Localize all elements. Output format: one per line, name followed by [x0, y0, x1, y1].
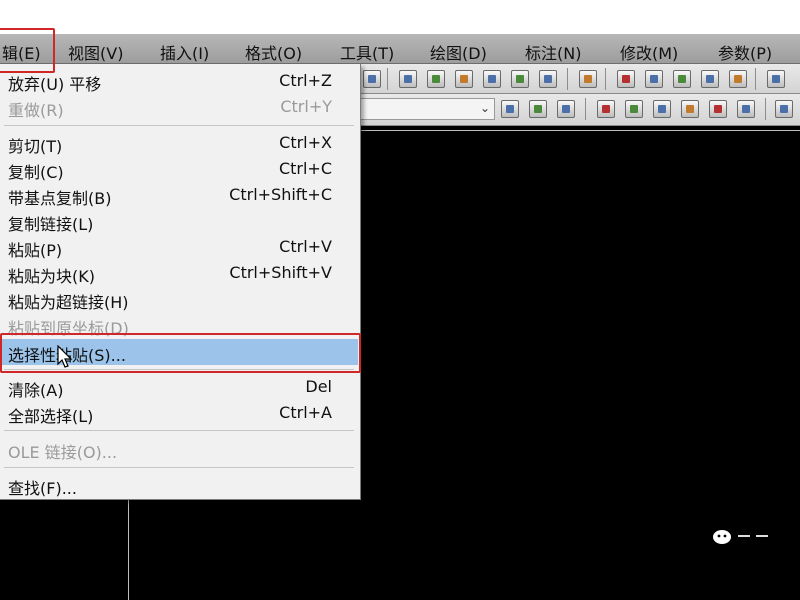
menu-item-paste-as-hyperlink[interactable]: 粘贴为超链接(H): [0, 286, 358, 312]
menu-item-shortcut: Ctrl+Shift+V: [229, 263, 332, 282]
layer-iso-icon[interactable]: [557, 100, 575, 118]
layer-merge-icon[interactable]: [737, 100, 755, 118]
menu-item-shortcut: Ctrl+C: [278, 159, 332, 178]
menu-view[interactable]: 视图(V): [68, 40, 123, 64]
menu-item-copy[interactable]: 复制(C) Ctrl+C: [0, 156, 358, 182]
layout-icon[interactable]: [729, 70, 747, 88]
menu-separator: [4, 430, 354, 431]
menu-item-label: 复制(C): [8, 163, 64, 182]
tool-palette-icon[interactable]: [455, 70, 473, 88]
properties-icon[interactable]: [399, 70, 417, 88]
menu-modify[interactable]: 修改(M): [620, 40, 678, 64]
menu-parameters[interactable]: 参数(P): [718, 40, 772, 64]
layer-color-icon[interactable]: [681, 100, 699, 118]
menu-format[interactable]: 格式(O): [245, 40, 302, 64]
menu-item-label: 剪切(T): [8, 137, 63, 156]
menu-item-label: 重做(R): [8, 101, 64, 120]
menu-item-copy-link[interactable]: 复制链接(L): [0, 208, 358, 234]
menu-item-clear[interactable]: 清除(A) Del: [0, 374, 358, 400]
watermark-logo-icon: [713, 530, 768, 544]
menu-insert[interactable]: 插入(I): [160, 40, 209, 64]
toolbar-separator: [585, 98, 586, 120]
menu-item-cut[interactable]: 剪切(T) Ctrl+X: [0, 130, 358, 156]
edit-dropdown-menu: 放弃(U) 平移 Ctrl+Z 重做(R) Ctrl+Y 剪切(T) Ctrl+…: [0, 64, 361, 500]
canvas-border-top: [360, 130, 800, 131]
menu-item-copy-with-base-point[interactable]: 带基点复制(B) Ctrl+Shift+C: [0, 182, 358, 208]
layer-lock-icon[interactable]: [653, 100, 671, 118]
menu-item-shortcut: Ctrl+Z: [279, 71, 332, 90]
menu-item-redo[interactable]: 重做(R) Ctrl+Y: [0, 94, 358, 120]
menu-tools[interactable]: 工具(T): [340, 40, 394, 64]
toolbar-separator: [605, 68, 606, 90]
menu-draw[interactable]: 绘图(D): [430, 40, 487, 64]
menu-item-label: 粘贴为超链接(H): [8, 293, 129, 312]
menu-item-label: 复制链接(L): [8, 215, 94, 234]
menu-item-label: 查找(F)...: [8, 479, 77, 498]
xref-icon[interactable]: [701, 70, 719, 88]
layer-dropdown[interactable]: ⌄: [355, 98, 495, 120]
layer-match-icon[interactable]: [709, 100, 727, 118]
menu-separator: [4, 125, 354, 126]
menu-dimension[interactable]: 标注(N): [525, 40, 581, 64]
toolbar-standard: [355, 64, 800, 94]
menu-item-paste[interactable]: 粘贴(P) Ctrl+V: [0, 234, 358, 260]
calculator-icon[interactable]: [539, 70, 557, 88]
menu-item-shortcut: Ctrl+Shift+C: [229, 185, 332, 204]
menu-item-label: OLE 链接(O)...: [8, 443, 118, 462]
menu-item-paste-as-block[interactable]: 粘贴为块(K) Ctrl+Shift+V: [0, 260, 358, 286]
menu-item-shortcut: Ctrl+A: [279, 403, 332, 422]
image-icon[interactable]: [767, 70, 785, 88]
layer-on-icon[interactable]: [625, 100, 643, 118]
menu-item-label: 放弃(U) 平移: [8, 75, 102, 94]
menu-item-label: 粘贴为块(K): [8, 267, 95, 286]
menu-item-label: 带基点复制(B): [8, 189, 112, 208]
insert-block-icon[interactable]: [645, 70, 663, 88]
toolbar-separator: [567, 68, 568, 90]
chevron-down-icon[interactable]: ⌄: [480, 101, 490, 115]
block-icon[interactable]: [617, 70, 635, 88]
menu-item-find[interactable]: 查找(F)...: [0, 472, 358, 498]
toolbar-separator: [387, 68, 388, 90]
layer-state-icon[interactable]: [501, 100, 519, 118]
toolbar-layers: ⌄: [355, 94, 800, 126]
layer-walk-icon[interactable]: [775, 100, 793, 118]
toolbar-separator: [765, 98, 766, 120]
menu-item-shortcut: Ctrl+Y: [280, 97, 332, 116]
layer-freeze-icon[interactable]: [597, 100, 615, 118]
menu-item-select-all[interactable]: 全部选择(L) Ctrl+A: [0, 400, 358, 426]
paste-special-highlight-box: [0, 333, 361, 373]
menu-separator: [4, 467, 354, 468]
attribute-icon[interactable]: [673, 70, 691, 88]
toolbar-separator: [755, 68, 756, 90]
menu-item-label: 粘贴(P): [8, 241, 63, 260]
design-center-icon[interactable]: [427, 70, 445, 88]
menu-item-shortcut: Ctrl+X: [279, 133, 332, 152]
markup-icon[interactable]: [511, 70, 529, 88]
menu-item-label: 全部选择(L): [8, 407, 94, 426]
menu-item-shortcut: Del: [305, 377, 332, 396]
layer-previous-icon[interactable]: [529, 100, 547, 118]
window-top-strip: [0, 0, 800, 34]
sheet-set-icon[interactable]: [483, 70, 501, 88]
zoom-icon[interactable]: [363, 70, 381, 88]
canvas-divider: [128, 500, 129, 600]
edit-menu-highlight-box: [0, 28, 55, 73]
menu-item-label: 清除(A): [8, 381, 64, 400]
mouse-cursor-icon: [57, 345, 73, 368]
print-icon[interactable]: [579, 70, 597, 88]
menu-bar: 辑(E) 视图(V) 插入(I) 格式(O) 工具(T) 绘图(D) 标注(N)…: [0, 34, 800, 64]
menu-item-shortcut: Ctrl+V: [279, 237, 332, 256]
menu-item-ole-links[interactable]: OLE 链接(O)...: [0, 436, 358, 462]
